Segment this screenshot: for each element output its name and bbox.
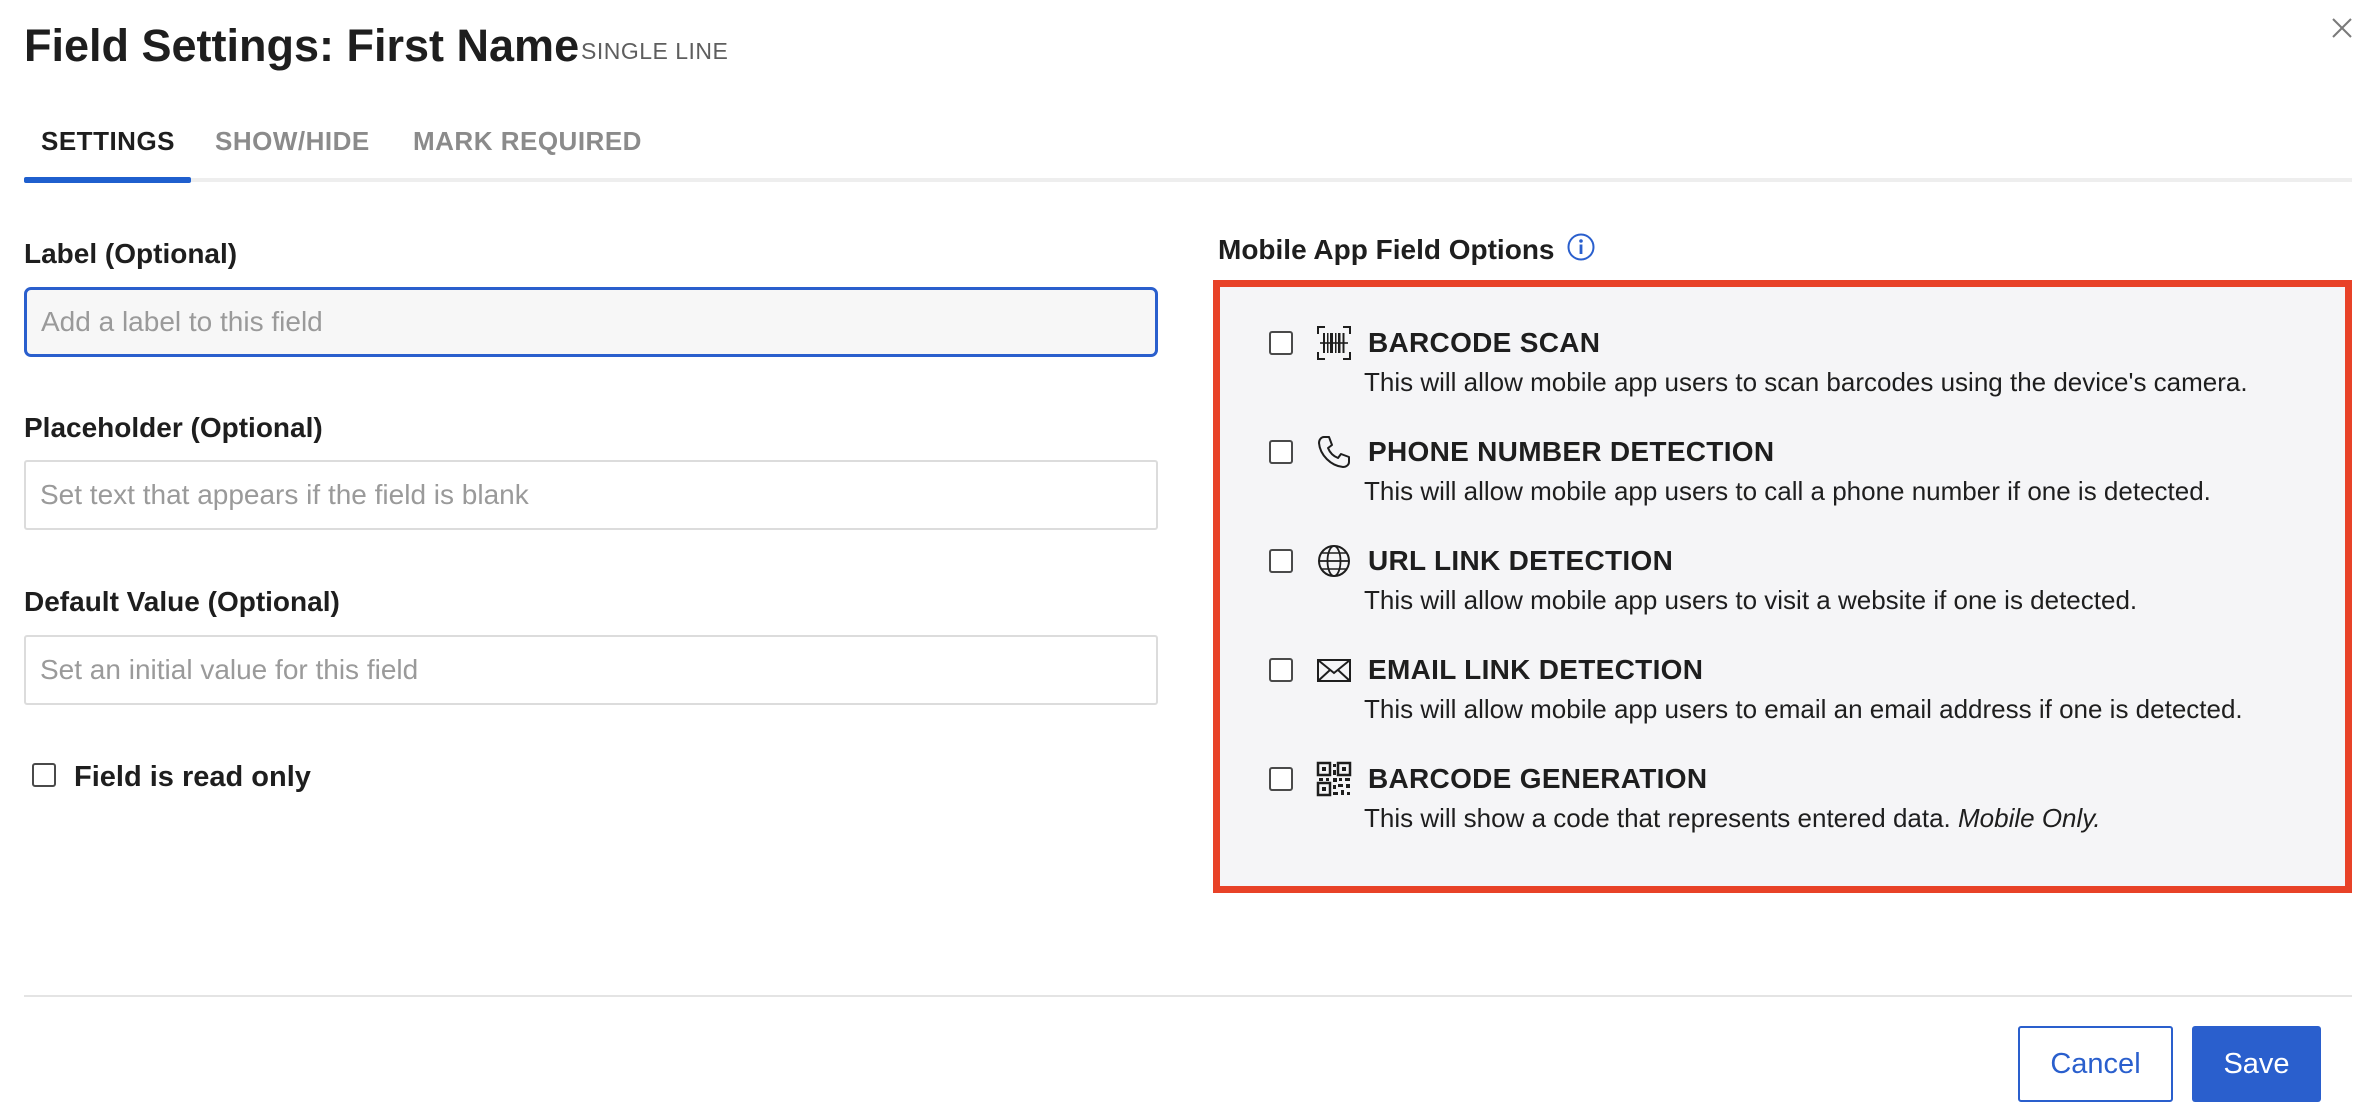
placeholder-input[interactable] [24,460,1158,530]
label-field-label: Label (Optional) [24,238,238,269]
barcode-generation-checkbox[interactable] [1269,767,1293,791]
barcode-generation-description: This will show a code that represents en… [1364,803,2101,834]
active-tab-indicator [24,177,191,183]
email-detection-description: This will allow mobile app users to emai… [1364,694,2243,724]
phone-detection-checkbox[interactable] [1269,440,1293,464]
tab-mark-required[interactable]: MARK REQUIRED [413,126,642,157]
barcode-scan-checkbox[interactable] [1269,331,1293,355]
barcode-generation-description-text: This will show a code that represents en… [1364,803,1951,833]
globe-icon [1318,545,1350,577]
email-detection-checkbox[interactable] [1269,658,1293,682]
url-detection-title: URL LINK DETECTION [1368,545,1674,576]
save-button[interactable]: Save [2192,1026,2321,1102]
field-type-badge: SINGLE LINE [581,38,729,64]
default-value-field-label: Default Value (Optional) [24,586,340,617]
placeholder-field-label: Placeholder (Optional) [24,412,323,443]
barcode-icon [1317,326,1351,360]
default-value-input[interactable] [24,635,1158,705]
tab-show-hide[interactable]: SHOW/HIDE [215,126,370,157]
read-only-checkbox[interactable] [32,763,56,787]
mobile-only-note: Mobile Only. [1958,803,2101,833]
tab-settings[interactable]: SETTINGS [41,126,175,157]
email-detection-title: EMAIL LINK DETECTION [1368,654,1704,685]
dialog-title: Field Settings: First Name [24,20,580,71]
cancel-button[interactable]: Cancel [2018,1026,2173,1102]
info-icon[interactable] [1566,232,1596,262]
close-icon[interactable] [2328,14,2356,42]
url-detection-checkbox[interactable] [1269,549,1293,573]
phone-icon [1318,436,1350,468]
mobile-options-title: Mobile App Field Options [1218,234,1555,265]
footer-divider [24,995,2352,997]
barcode-generation-title: BARCODE GENERATION [1368,763,1708,794]
barcode-scan-description: This will allow mobile app users to scan… [1364,367,2248,397]
qr-code-icon [1316,761,1352,797]
phone-detection-title: PHONE NUMBER DETECTION [1368,436,1775,467]
phone-detection-description: This will allow mobile app users to call… [1364,476,2211,506]
read-only-label: Field is read only [74,761,311,793]
envelope-icon [1317,659,1351,682]
barcode-scan-title: BARCODE SCAN [1368,327,1601,358]
tabs-divider [24,178,2352,182]
label-input[interactable] [24,287,1158,357]
url-detection-description: This will allow mobile app users to visi… [1364,585,2138,615]
